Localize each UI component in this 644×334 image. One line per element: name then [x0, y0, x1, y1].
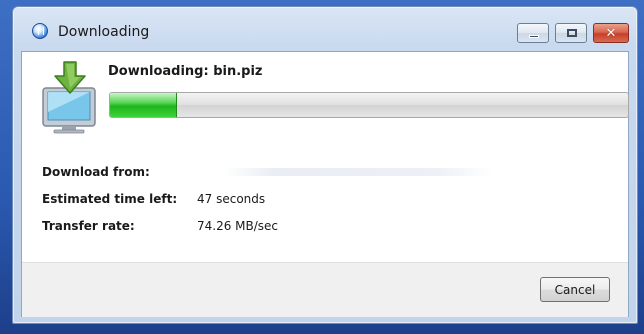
progress-fill: [110, 93, 178, 117]
download-dialog: Downloading ✕ Downloading: bin.piz Downl…: [12, 6, 638, 324]
download-source-obscured: [222, 168, 492, 176]
download-heading: Downloading: bin.piz: [108, 64, 263, 79]
title-bar[interactable]: Downloading ✕: [13, 7, 637, 51]
window-title: Downloading: [58, 24, 150, 40]
close-button[interactable]: ✕: [593, 23, 629, 43]
transfer-rate-value: 74.26 MB/sec: [197, 219, 279, 233]
close-icon: ✕: [605, 25, 617, 41]
time-left-value: 47 seconds: [197, 192, 266, 206]
dialog-content: Downloading: bin.piz Download from: Esti…: [21, 51, 629, 317]
transfer-rate-label: Transfer rate:: [42, 219, 135, 233]
maximize-button[interactable]: [555, 23, 587, 43]
cancel-button[interactable]: Cancel: [540, 277, 610, 302]
download-monitor-icon: [42, 61, 96, 134]
app-globe-icon: [32, 23, 48, 39]
caption-buttons: ✕: [517, 23, 629, 43]
dialog-footer: Cancel: [22, 262, 628, 317]
download-progress-bar: [109, 92, 629, 118]
maximize-icon: [567, 29, 577, 37]
minimize-button[interactable]: [517, 23, 549, 43]
download-from-label: Download from:: [42, 165, 150, 179]
minimize-icon: [529, 35, 539, 38]
time-left-label: Estimated time left:: [42, 192, 178, 206]
